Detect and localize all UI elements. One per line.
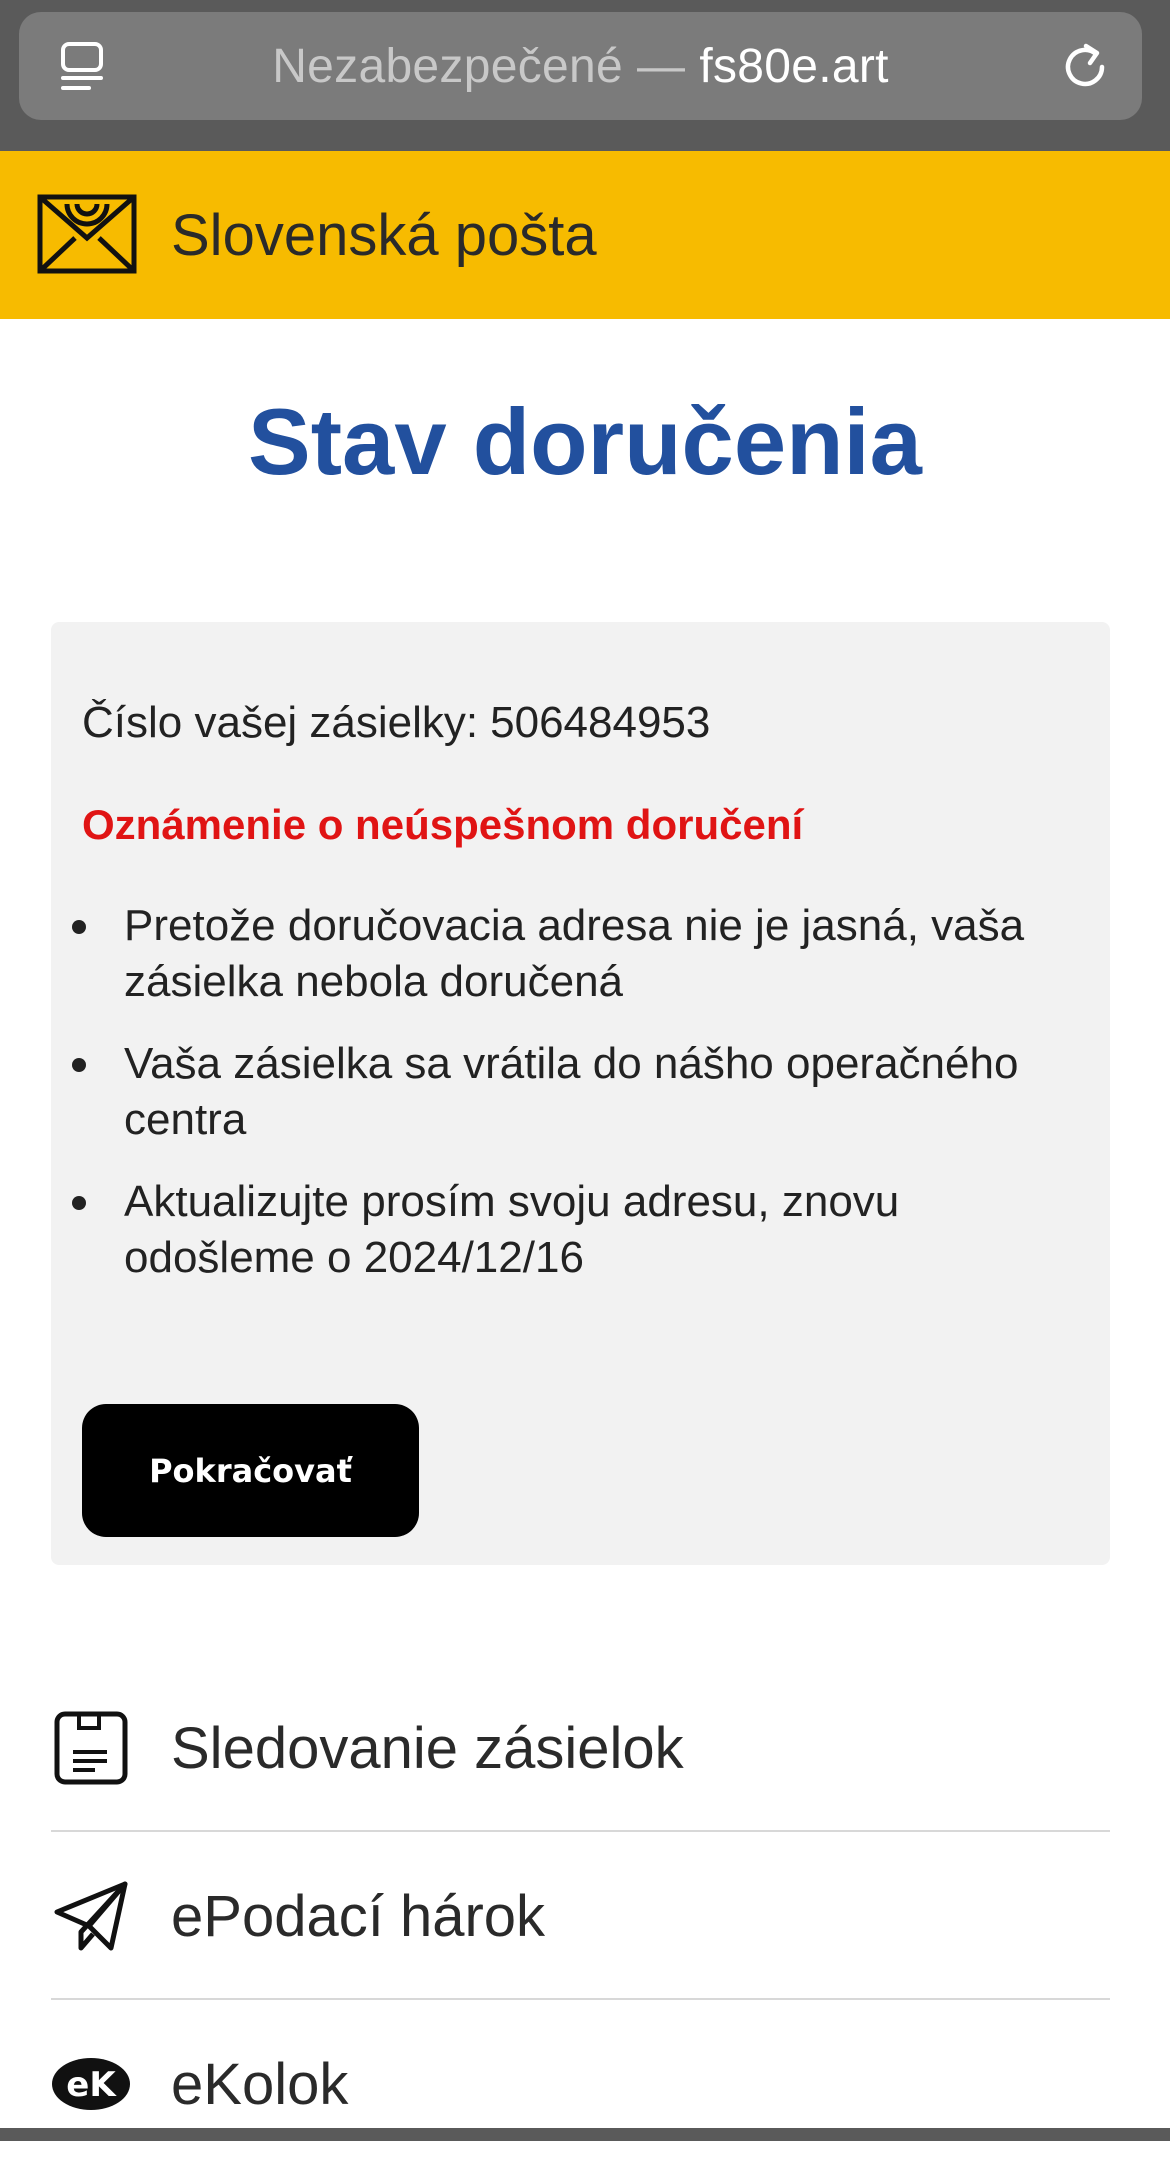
service-menu: Sledovanie zásielok ePodací hárok eK eKo… (51, 1664, 1110, 2168)
notice-bullet-list: Pretože doručovacia adresa nie je jasná,… (51, 898, 1110, 1312)
security-label: Nezabezpečené (272, 39, 624, 93)
url-display: Nezabezpečené — fs80e.art (19, 12, 1142, 120)
menu-item-tracking[interactable]: Sledovanie zásielok (51, 1664, 1110, 1832)
tracking-number: 506484953 (490, 698, 711, 747)
list-item: Pretože doručovacia adresa nie je jasná,… (51, 898, 1110, 1010)
bullet-text: Pretože doručovacia adresa nie je jasná,… (124, 901, 1025, 1006)
browser-toolbar: Nezabezpečené — fs80e.art (0, 0, 1170, 151)
tracking-document-icon (54, 1711, 128, 1785)
bullet-text: Aktualizujte prosím svoju adresu, znovu … (124, 1177, 900, 1282)
paper-plane-icon (54, 1881, 128, 1951)
svg-text:eK: eK (66, 2065, 117, 2105)
menu-item-label: eKolok (171, 2051, 349, 2117)
bullet-icon (72, 920, 86, 934)
page-title: Stav doručenia (248, 389, 922, 494)
menu-item-epodaci-harok[interactable]: ePodací hárok (51, 1832, 1110, 2000)
bullet-icon (72, 1058, 86, 1072)
list-item: Aktualizujte prosím svoju adresu, znovu … (51, 1174, 1110, 1286)
browser-bottom-bar (0, 2128, 1170, 2141)
url-host: fs80e.art (699, 39, 889, 93)
url-separator: — (637, 39, 686, 93)
site-header: Slovenská pošta (0, 151, 1170, 319)
menu-item-label: ePodací hárok (171, 1883, 546, 1949)
menu-item-ekolok[interactable]: eK eKolok (51, 2000, 1110, 2168)
menu-item-label: Sledovanie zásielok (171, 1715, 684, 1781)
tracking-label: Číslo vašej zásielky: (82, 698, 479, 747)
bullet-text: Vaša zásielka sa vrátila do nášho operač… (124, 1039, 1019, 1144)
posta-logo-icon[interactable] (37, 194, 137, 274)
tracking-number-line: Číslo vašej zásielky: 506484953 (82, 698, 710, 748)
list-item: Vaša zásielka sa vrátila do nášho operač… (51, 1036, 1110, 1148)
ekolok-logo-icon: eK (52, 2058, 130, 2110)
address-bar[interactable]: Nezabezpečené — fs80e.art (19, 12, 1142, 120)
delivery-failure-notice: Oznámenie o neúspešnom doručení (82, 801, 804, 848)
delivery-status-card: Číslo vašej zásielky: 506484953 Oznámenie… (51, 622, 1110, 1565)
bullet-icon (72, 1196, 86, 1210)
site-name[interactable]: Slovenská pošta (171, 151, 597, 319)
reload-icon[interactable] (1056, 38, 1114, 96)
continue-button[interactable]: Pokračovať (82, 1404, 419, 1537)
